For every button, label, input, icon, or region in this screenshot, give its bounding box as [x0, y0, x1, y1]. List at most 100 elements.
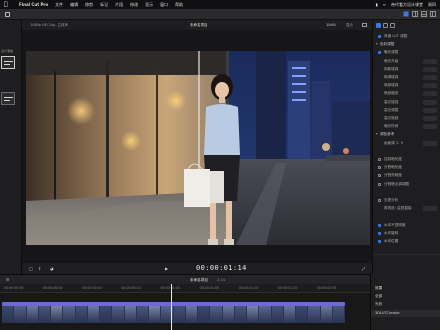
- inspector-value-field[interactable]: [423, 99, 437, 105]
- inspector-value-field[interactable]: [423, 140, 437, 146]
- menubar-user-text[interactable]: 帝代看方设计课堂: [391, 2, 423, 8]
- timeline-track-area[interactable]: [0, 293, 370, 330]
- transform-icon[interactable]: □: [29, 266, 33, 271]
- inspector-row[interactable]: 高光调整: [373, 107, 440, 115]
- inspector-checkbox[interactable]: [378, 231, 381, 235]
- inspector-row[interactable]: 水印位置: [373, 238, 440, 246]
- inspector-value-field[interactable]: [423, 58, 437, 64]
- inspector-row[interactable]: 阴影增强: [373, 66, 440, 74]
- inspector-row[interactable]: 曝光调整: [373, 49, 440, 57]
- inspector-row[interactable]: 暗光时间: [373, 123, 440, 131]
- inspector-row[interactable]: 高光增强: [373, 99, 440, 107]
- inspector-value-field[interactable]: [423, 91, 437, 97]
- menu-mark[interactable]: 标记: [100, 2, 108, 8]
- timeline-ruler[interactable]: 00:00:00:00 00:00:00:05 00:00:00:10 00:00:0…: [0, 284, 370, 293]
- inspector-toggle-icon[interactable]: [412, 11, 418, 17]
- viewer-timecode[interactable]: 00:00:01:14: [196, 264, 247, 272]
- inspector-tab-video[interactable]: [376, 23, 381, 28]
- battery-icon[interactable]: ▮: [375, 2, 377, 7]
- inspector-value-field[interactable]: [423, 107, 437, 113]
- share-icon[interactable]: [403, 11, 409, 17]
- inspector-row[interactable]: 水印旋转: [373, 230, 440, 238]
- inspector-value-field[interactable]: [423, 124, 437, 130]
- menu-help[interactable]: 帮助: [175, 2, 183, 8]
- clip-thumbnail-frame: [100, 306, 113, 323]
- inspector-row[interactable]: ▾ 调色参考: [373, 131, 440, 139]
- inspector-row-label: 暗调增强: [384, 75, 399, 79]
- inspector-row[interactable]: 分割暗点调调图: [373, 181, 440, 189]
- effects-all[interactable]: 全部: [375, 294, 382, 299]
- menu-window[interactable]: 窗口: [160, 2, 168, 8]
- viewer-display-icon[interactable]: [362, 23, 367, 27]
- fullscreen-icon[interactable]: ⤢: [362, 266, 365, 271]
- menu-modify[interactable]: 修改: [130, 2, 138, 8]
- inspector-checkbox[interactable]: [378, 240, 381, 243]
- disclosure-icon[interactable]: ▾: [376, 42, 378, 46]
- inspector-value-field[interactable]: [423, 83, 437, 89]
- inspector-row[interactable]: 暗部缩放: [373, 90, 440, 98]
- viewer-zoom[interactable]: 104%: [326, 23, 336, 27]
- play-button[interactable]: ▶: [165, 266, 168, 271]
- browser-clip-thumbnail[interactable]: [1, 92, 15, 105]
- menubar-clock[interactable]: 周四: [428, 2, 436, 8]
- inspector-row[interactable]: 暗调增强: [373, 74, 440, 82]
- timeline-index-icon[interactable]: ☰: [6, 278, 9, 282]
- ruler-tick-label: 00:00:00:15: [121, 286, 141, 290]
- ruler-tick-label: 00:00:00:00: [4, 286, 24, 290]
- disclosure-icon[interactable]: ▾: [376, 132, 378, 136]
- inspector-checkbox[interactable]: [378, 158, 381, 161]
- inspector-value-field[interactable]: [423, 116, 437, 121]
- menu-edit[interactable]: 编辑: [70, 2, 78, 8]
- effects-category[interactable]: 光效: [375, 302, 382, 307]
- menu-clip[interactable]: 片段: [115, 2, 123, 8]
- menu-app-name[interactable]: Final Cut Pro: [19, 2, 48, 7]
- inspector-row[interactable]: 暗光升级: [373, 58, 440, 66]
- inspector-row[interactable]: [373, 148, 440, 156]
- inspector-row[interactable]: 水印不透明度: [373, 222, 440, 230]
- inspector-row[interactable]: 再现选: 监视直接: [373, 205, 440, 213]
- video-frame[interactable]: [26, 51, 370, 245]
- viewer-view-menu[interactable]: 显示: [346, 23, 353, 28]
- effects-item[interactable]: 3DLUTCreator: [375, 311, 400, 315]
- inspector-row-label: 分割暗化度: [384, 165, 402, 170]
- inspector-row[interactable]: 控制暗化度: [373, 156, 440, 164]
- clip-thumbnail-frame: [112, 306, 125, 323]
- menu-trim[interactable]: 修剪: [85, 2, 93, 8]
- inspector-row[interactable]: 风格 LUT 调整: [373, 33, 440, 41]
- inspector-tab-color[interactable]: [383, 23, 388, 28]
- inspector-row[interactable]: 无损分析: [373, 197, 440, 205]
- inspector-row[interactable]: [373, 213, 440, 221]
- menu-view[interactable]: 显示: [145, 2, 153, 8]
- inspector-value-field[interactable]: [423, 75, 437, 80]
- enhance-icon[interactable]: ◕: [50, 266, 54, 271]
- wifi-icon[interactable]: ≈: [383, 2, 386, 7]
- inspector-row[interactable]: 暗部增强: [373, 82, 440, 90]
- menu-file[interactable]: 文件: [55, 2, 63, 8]
- inspector-row[interactable]: 分割亮暗度: [373, 172, 440, 180]
- inspector-row[interactable]: [373, 189, 440, 197]
- inspector-checkbox[interactable]: [378, 166, 381, 170]
- inspector-checkbox[interactable]: [378, 35, 381, 38]
- viewer-format[interactable]: 1080p HD 24p, 立体声: [30, 23, 68, 28]
- inspector-checkbox[interactable]: [378, 182, 381, 186]
- inspector-row[interactable]: 画面调 1: 9: [373, 140, 440, 148]
- inspector-value-field[interactable]: [423, 66, 437, 72]
- inspector-row[interactable]: 分割暗化度: [373, 164, 440, 172]
- inspector-checkbox[interactable]: [378, 223, 381, 227]
- timeline-clip[interactable]: [2, 306, 345, 323]
- browser-clip-thumbnail[interactable]: [1, 56, 15, 69]
- inspector-row[interactable]: 高光暗部: [373, 115, 440, 123]
- import-icon[interactable]: [5, 12, 10, 17]
- apple-icon[interactable]: : [4, 1, 12, 8]
- crop-icon[interactable]: ↥: [38, 266, 41, 271]
- playhead[interactable]: [171, 284, 172, 330]
- inspector-checkbox[interactable]: [378, 51, 381, 55]
- inspector-checkbox[interactable]: [378, 174, 381, 178]
- browser-toggle-icon[interactable]: [430, 11, 436, 17]
- timeline-project-name[interactable]: 未命名项目: [190, 278, 208, 283]
- inspector-row[interactable]: ▾ 色彩调整: [373, 41, 440, 49]
- inspector-value-field[interactable]: [423, 206, 437, 212]
- timeline-toggle-icon[interactable]: [421, 11, 427, 17]
- inspector-tab-info[interactable]: [390, 23, 395, 28]
- inspector-checkbox[interactable]: [378, 199, 381, 202]
